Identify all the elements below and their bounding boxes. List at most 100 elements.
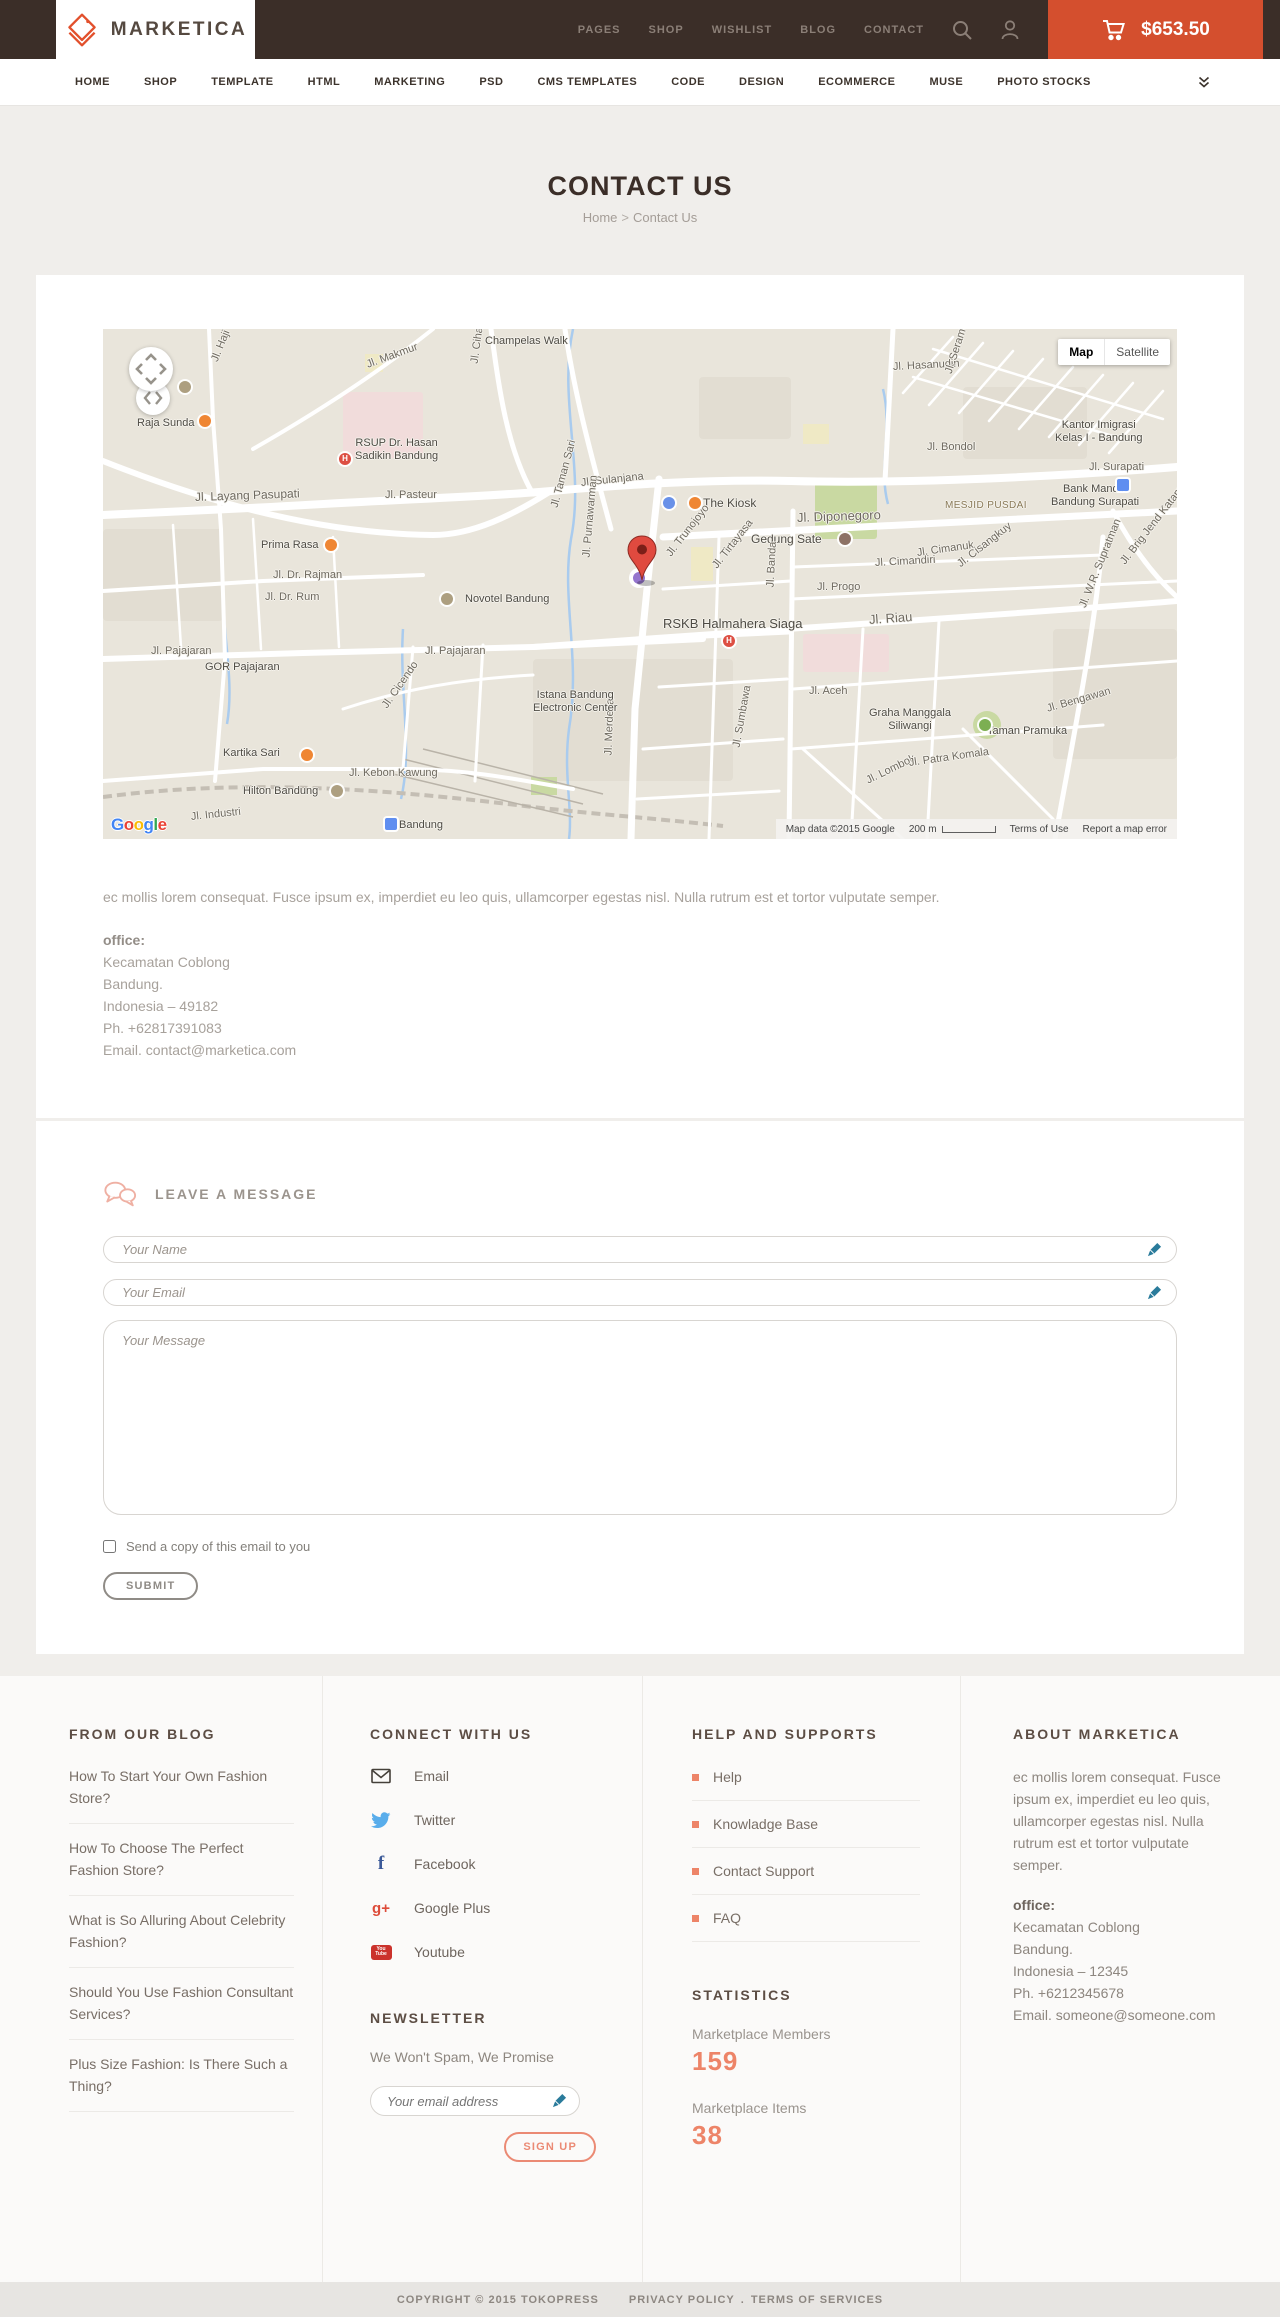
form-heading: LEAVE A MESSAGE: [155, 1186, 318, 1202]
copyright-bar: COPYRIGHT © 2015 TOKOPRESS PRIVACY POLIC…: [0, 2282, 1280, 2317]
header-nav-blog[interactable]: BLOG: [786, 24, 850, 36]
nav-cms-templates[interactable]: CMS TEMPLATES: [537, 76, 637, 88]
terms-of-use-link[interactable]: Terms of Use: [1010, 824, 1069, 835]
office-line: Bandung.: [103, 976, 163, 992]
form-heading-row: LEAVE A MESSAGE: [103, 1179, 1177, 1209]
office-label: office:: [103, 932, 145, 948]
copyright-separator: .: [740, 2293, 745, 2306]
privacy-policy-link[interactable]: PRIVACY POLICY: [629, 2294, 735, 2306]
office-line: Email. contact@marketica.com: [103, 1042, 297, 1058]
blog-link[interactable]: Should You Use Fashion Consultant Servic…: [69, 1968, 294, 2040]
contact-info-card: Champelas Walk Jl. Hasanudin Jl. Seram Jl. …: [36, 275, 1244, 1118]
logo[interactable]: MARKETICA: [56, 0, 255, 59]
office-line: Kecamatan Coblong: [1013, 1919, 1140, 1935]
header-nav-pages[interactable]: PAGES: [564, 24, 635, 36]
blog-link[interactable]: How To Choose The Perfect Fashion Store?: [69, 1824, 294, 1896]
help-link[interactable]: Knowladge Base: [692, 1801, 920, 1848]
about-office-block: office: Kecamatan Coblong Bandung. Indon…: [1013, 1894, 1234, 2026]
blog-heading: FROM OUR BLOG: [69, 1726, 216, 1742]
map-pan-control[interactable]: [129, 347, 173, 391]
email-input[interactable]: [103, 1279, 1177, 1306]
map-scale: 200 m: [909, 824, 996, 835]
blog-link[interactable]: What is So Alluring About Celebrity Fash…: [69, 1896, 294, 1968]
social-twitter-link[interactable]: Twitter: [370, 1798, 602, 1842]
map-type-satellite-button[interactable]: Satellite: [1104, 339, 1170, 365]
nav-ecommerce[interactable]: ECOMMERCE: [818, 76, 895, 88]
logo-text: MARKETICA: [110, 18, 248, 40]
map-attribution: Map data ©2015 Google 200 m Terms of Use…: [775, 819, 1177, 839]
google-map[interactable]: Champelas Walk Jl. Hasanudin Jl. Seram Jl. …: [103, 329, 1177, 839]
office-label: office:: [1013, 1897, 1055, 1913]
name-input[interactable]: [103, 1236, 1177, 1263]
nav-html[interactable]: HTML: [308, 76, 341, 88]
cart-button[interactable]: $653.50: [1048, 0, 1263, 59]
send-copy-checkbox[interactable]: [103, 1540, 116, 1553]
terms-of-services-link[interactable]: TERMS OF SERVICES: [751, 2294, 883, 2306]
report-map-error-link[interactable]: Report a map error: [1083, 824, 1167, 835]
map-type-map-button[interactable]: Map: [1058, 339, 1105, 365]
email-icon: [370, 1768, 392, 1784]
office-line: Email. someone@someone.com: [1013, 2007, 1216, 2023]
map-data-credit: Map data ©2015 Google: [785, 823, 895, 835]
chevron-down-icon[interactable]: [1198, 76, 1210, 89]
connect-heading: CONNECT WITH US: [370, 1726, 533, 1742]
user-account-icon[interactable]: [999, 19, 1021, 41]
nav-marketing[interactable]: MARKETING: [374, 76, 445, 88]
bullet-icon: [692, 1867, 699, 1875]
social-email-link[interactable]: Email: [370, 1754, 602, 1798]
help-link[interactable]: Contact Support: [692, 1848, 920, 1895]
about-text: ec mollis lorem consequat. Fusce ipsum e…: [1013, 1769, 1221, 1873]
office-line: Ph. +62817391083: [103, 1020, 222, 1036]
breadcrumb: Home > Contact Us: [0, 210, 1280, 226]
items-value: 38: [692, 2120, 723, 2150]
nav-muse[interactable]: MUSE: [929, 76, 963, 88]
map-marker-pin[interactable]: [625, 534, 659, 593]
social-google-plus-link[interactable]: g+ Google Plus: [370, 1886, 602, 1930]
cart-icon: [1103, 19, 1126, 40]
pen-icon: [552, 2093, 567, 2113]
submit-button[interactable]: SUBMIT: [103, 1572, 199, 1600]
header-nav: PAGES SHOP WISHLIST BLOG CONTACT $653.50: [564, 0, 1263, 59]
header-nav-contact[interactable]: CONTACT: [850, 24, 938, 36]
help-link[interactable]: Help: [692, 1754, 920, 1801]
nav-shop[interactable]: SHOP: [144, 76, 177, 88]
nav-code[interactable]: CODE: [671, 76, 705, 88]
pen-icon: [1147, 1285, 1162, 1305]
breadcrumb-home[interactable]: Home: [583, 210, 618, 225]
help-link[interactable]: FAQ: [692, 1895, 920, 1942]
signup-button[interactable]: SIGN UP: [504, 2132, 596, 2162]
search-icon[interactable]: [951, 19, 973, 41]
message-textarea[interactable]: [103, 1320, 1177, 1515]
help-heading: HELP AND SUPPORTS: [692, 1726, 878, 1742]
nav-design[interactable]: DESIGN: [739, 76, 784, 88]
blog-link[interactable]: Plus Size Fashion: Is There Such a Thing…: [69, 2040, 294, 2112]
footer: FROM OUR BLOG How To Start Your Own Fash…: [0, 1676, 1280, 2282]
office-address-block: office: Kecamatan Coblong Bandung. Indon…: [103, 929, 1177, 1061]
nav-home[interactable]: HOME: [75, 76, 110, 88]
social-youtube-link[interactable]: You Tube Youtube: [370, 1930, 602, 1974]
footer-about-column: ABOUT MARKETICA ec mollis lorem consequa…: [960, 1676, 1244, 2282]
blog-link[interactable]: How To Start Your Own Fashion Store?: [69, 1752, 294, 1824]
help-list: Help Knowladge Base Contact Support FAQ: [692, 1754, 920, 1942]
category-nav: HOME SHOP TEMPLATE HTML MARKETING PSD CM…: [0, 59, 1280, 106]
header-nav-wishlist[interactable]: WISHLIST: [698, 24, 787, 36]
nav-photo-stocks[interactable]: PHOTO STOCKS: [997, 76, 1091, 88]
map-type-switcher: Map Satellite: [1058, 339, 1170, 365]
bullet-icon: [692, 1914, 699, 1922]
office-line: Ph. +6212345678: [1013, 1985, 1124, 2001]
footer-connect-column: CONNECT WITH US Email Twitter f Facebook…: [322, 1676, 642, 2282]
members-label: Marketplace Members: [692, 2026, 831, 2042]
social-facebook-link[interactable]: f Facebook: [370, 1842, 602, 1886]
send-copy-label: Send a copy of this email to you: [126, 1539, 311, 1554]
nav-psd[interactable]: PSD: [479, 76, 503, 88]
chat-bubbles-icon: [104, 1181, 137, 1207]
newsletter-field-wrap: [370, 2086, 580, 2116]
newsletter-email-input[interactable]: [370, 2086, 580, 2116]
header-nav-shop[interactable]: SHOP: [635, 24, 698, 36]
bullet-icon: [692, 1820, 699, 1828]
message-form-card: LEAVE A MESSAGE Send a copy of this emai…: [36, 1121, 1244, 1654]
google-logo: Google: [111, 815, 167, 834]
google-plus-icon: g+: [372, 1899, 390, 1917]
nav-template[interactable]: TEMPLATE: [211, 76, 273, 88]
members-value: 159: [692, 2046, 739, 2076]
